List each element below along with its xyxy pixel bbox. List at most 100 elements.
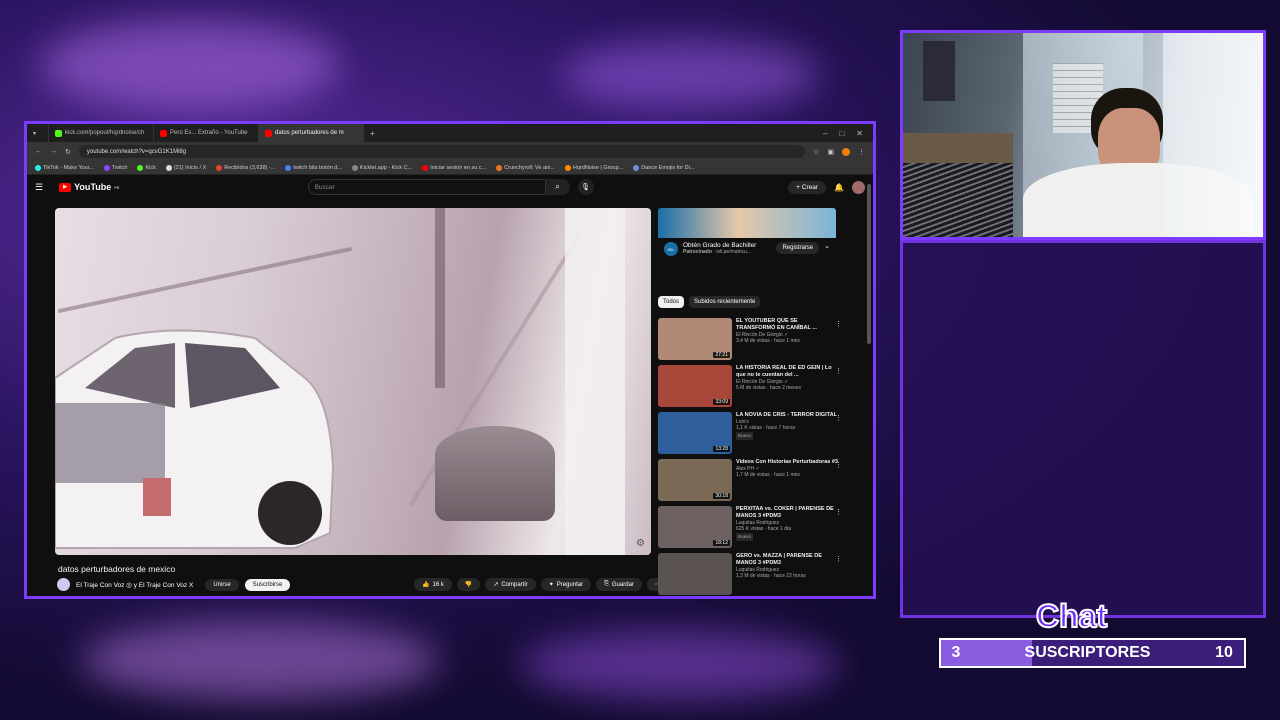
extensions-icon[interactable]: ▣ (827, 148, 834, 156)
background-swirl (520, 630, 840, 700)
more-options-icon[interactable]: ⋮ (835, 508, 842, 516)
bookmark-item[interactable]: Dance Emojis for Di... (633, 164, 694, 171)
recommendation-item[interactable]: 18:12 PERXITAA vs. COKER | PARENSE DE MA… (658, 506, 842, 553)
window-light (1163, 33, 1263, 237)
youtube-logo[interactable]: ▶ YouTube PE (59, 182, 120, 192)
hamburger-menu-icon[interactable]: ☰ (35, 182, 43, 193)
duration-badge: 18:12 (713, 540, 730, 546)
recommendation-title[interactable]: PERXITAA vs. COKER | PARENSE DE MANOS 3 … (736, 506, 838, 520)
url-field[interactable]: youtube.com/watch?v=qcvG1K1Mi8g (78, 145, 806, 158)
ad-logo: ISIL (664, 242, 678, 256)
tab-youtube-peru[interactable]: Perú Es... Extraño - YouTube (154, 124, 259, 142)
search-icon[interactable]: ⌕ (545, 179, 570, 195)
scrollbar[interactable] (867, 184, 871, 344)
bed (903, 163, 1013, 237)
sparkle-icon: ✦ (548, 582, 554, 588)
thumbs-up-icon: 👍 (422, 582, 430, 588)
video-thumbnail[interactable]: 27:21 (658, 318, 732, 360)
channel-name[interactable]: El Traje Con Voz ◎ y El Traje Con Voz X (76, 581, 193, 589)
share-button[interactable]: ↗ Compartir (485, 578, 536, 591)
thumbs-down-icon: 👎 (464, 582, 473, 588)
video-thumbnail[interactable]: 18:12 (658, 506, 732, 548)
background-swirl (80, 620, 440, 700)
more-options-icon[interactable]: ⋮ (835, 414, 842, 422)
chip-recent[interactable]: Subidos recientemente (689, 296, 761, 308)
bookmark-item[interactable]: Kicklet.app - Kick C... (351, 164, 412, 171)
recommendation-title[interactable]: LA HISTORIA REAL DE ED GEIN | Lo que no … (736, 365, 838, 379)
subscribe-button[interactable]: Suscribirse (244, 578, 291, 591)
join-button[interactable]: Unirse (205, 578, 239, 591)
video-player[interactable]: ⚙ (55, 208, 651, 555)
more-options-icon[interactable]: ⋮ (835, 461, 842, 469)
subs-goal: 10 (1215, 644, 1233, 661)
video-thumbnail[interactable]: 13:28 (658, 412, 732, 454)
avatar[interactable] (852, 180, 865, 194)
close-icon[interactable]: ✕ (856, 129, 863, 138)
recommendation-title[interactable]: GERO vs. MAZZA | PARENSE DE MANOS 3 #PDM… (736, 553, 838, 567)
recommendation-item[interactable]: GERO vs. MAZZA | PARENSE DE MANOS 3 #PDM… (658, 553, 842, 596)
forward-icon[interactable]: → (50, 148, 57, 155)
background-swirl (560, 40, 820, 110)
recommendation-item[interactable]: 30:18 Videos Con Historias Perturbadoras… (658, 459, 842, 506)
save-button[interactable]: ⎘ Guardar (596, 578, 642, 591)
more-options-icon[interactable]: ⋮ (835, 367, 842, 375)
ad-url: isil.pe/matricu... (716, 249, 752, 255)
chat-panel (900, 240, 1266, 618)
video-thumbnail[interactable]: 33:09 (658, 365, 732, 407)
address-bar-row: ← → ↻ youtube.com/watch?v=qcvG1K1Mi8g ☆ … (27, 142, 873, 161)
minimize-icon[interactable]: – (823, 129, 827, 138)
video-title: datos perturbadores de mexico (58, 564, 176, 574)
new-tab-button[interactable]: + (364, 129, 381, 138)
star-icon[interactable]: ☆ (813, 148, 819, 156)
chip-all[interactable]: Todos (658, 296, 685, 308)
tab-youtube-active[interactable]: datos perturbadores de m (259, 124, 364, 142)
notifications-icon[interactable]: 🔔 (834, 183, 844, 192)
bookmark-item[interactable]: twitch bits botón d... (285, 164, 342, 171)
ad-title: Obtén Grado de Bachiller (683, 242, 757, 249)
back-icon[interactable]: ← (35, 148, 42, 155)
menu-icon[interactable]: ⋮ (858, 148, 865, 156)
recommendation-item[interactable]: 33:09 LA HISTORIA REAL DE ED GEIN | Lo q… (658, 365, 842, 412)
bookmark-item[interactable]: Iniciar sesión en su c... (422, 164, 486, 171)
bookmark-item[interactable]: Recibidos (3,638) -... (216, 164, 275, 171)
recommendation-title[interactable]: Videos Con Historias Perturbadoras #3 (736, 459, 838, 466)
road-line (57, 246, 353, 314)
microphone-icon[interactable]: 🎙 (577, 179, 594, 195)
ask-button[interactable]: ✦ Preguntar (540, 578, 592, 591)
duration-badge: 27:21 (713, 352, 730, 358)
dislike-button[interactable]: 👎 (456, 578, 481, 591)
duration-badge: 30:18 (713, 493, 730, 499)
bookmark-item[interactable]: (21) Inicio / X (165, 164, 206, 171)
recommendation-item[interactable]: 13:28 LA NOVIA DE CRIS - TERROR DIGITAL … (658, 412, 842, 459)
search-input[interactable]: Buscar (307, 179, 546, 195)
like-button[interactable]: 👍 16 k (414, 578, 452, 591)
bookmark-item[interactable]: TikTok - Make Your... (35, 164, 94, 171)
recommendation-title[interactable]: EL YOUTUBER QUE SE TRANSFORMÓ EN CANÍBAL… (736, 318, 838, 332)
recommendation-item[interactable]: 27:21 EL YOUTUBER QUE SE TRANSFORMÓ EN C… (658, 318, 842, 365)
video-thumbnail[interactable]: 30:18 (658, 459, 732, 501)
maximize-icon[interactable]: □ (839, 129, 844, 138)
reload-icon[interactable]: ↻ (65, 148, 71, 156)
wall-poster (923, 41, 955, 101)
shelf (903, 133, 1013, 163)
channel-avatar[interactable] (57, 578, 70, 591)
tab-kick[interactable]: kick.com/popout/hqrdnoise/ch (49, 124, 154, 142)
bookmark-item[interactable]: Twitch (103, 164, 127, 171)
bookmark-item[interactable]: Kick (137, 164, 156, 171)
more-options-icon[interactable]: ⋮ (835, 320, 842, 328)
profile-icon[interactable] (842, 147, 850, 156)
sponsored-ad[interactable]: ISIL Obtén Grado de Bachiller Patrocinad… (658, 208, 836, 278)
bookmark-item[interactable]: Crunchyroll: Ve ani... (496, 164, 555, 171)
recommendation-meta: 1,1 K vistas · hace 7 horas (736, 425, 796, 432)
register-button[interactable]: Registrarse (776, 242, 820, 254)
youtube-header: ☰ ▶ YouTube PE Buscar ⌕ 🎙 + Crear 🔔 (27, 175, 873, 199)
video-thumbnail[interactable] (658, 553, 732, 595)
recommendation-title[interactable]: LA NOVIA DE CRIS - TERROR DIGITAL (736, 412, 837, 419)
create-button[interactable]: + Crear (788, 180, 827, 194)
tab-search-button[interactable]: ▾ (27, 124, 49, 142)
pole (435, 208, 445, 388)
chevron-down-icon[interactable]: ⌄ (824, 242, 830, 256)
settings-icon[interactable]: ⚙ (636, 538, 645, 549)
bookmark-item[interactable]: HqrdNoise | Group... (564, 164, 623, 171)
more-options-icon[interactable]: ⋮ (835, 555, 842, 563)
